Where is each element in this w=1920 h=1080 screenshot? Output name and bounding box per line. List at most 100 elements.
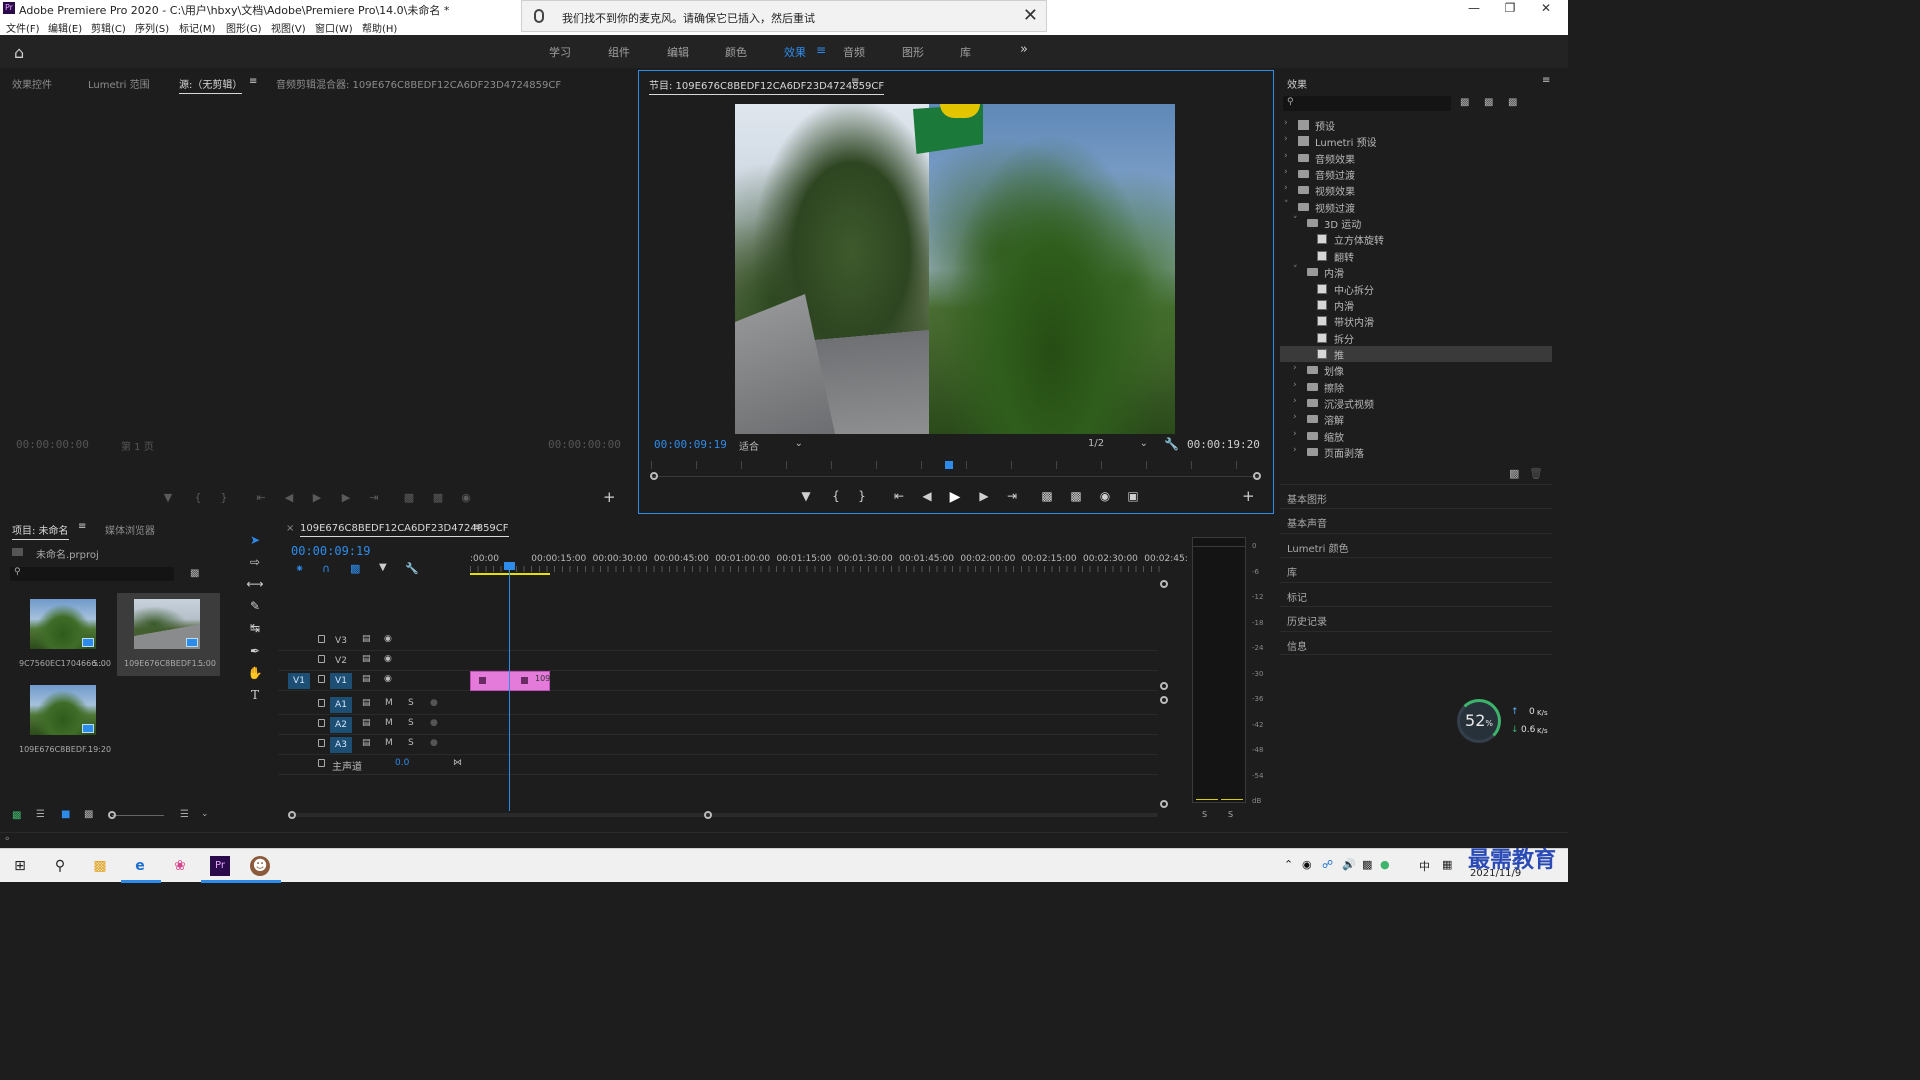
find-icon[interactable]: ▩ — [190, 568, 199, 579]
menu-view[interactable]: 视图(V) — [271, 20, 306, 35]
track-name[interactable]: A2 — [330, 717, 352, 733]
effects-tree-item[interactable]: 中心拆分 — [1280, 281, 1552, 297]
chevron-right-icon[interactable]: › — [1293, 429, 1297, 439]
track-name[interactable]: V2 — [330, 653, 352, 669]
effects-tree-item[interactable]: › 预设 — [1280, 117, 1552, 133]
effects-tree-item[interactable]: ˅ 内滑 — [1280, 264, 1552, 280]
source-menu-icon[interactable]: ≡ — [249, 76, 257, 87]
menu-markers[interactable]: 标记(M) — [179, 20, 215, 35]
sync-lock-icon[interactable]: ▤ — [362, 698, 371, 708]
source-patch[interactable]: V1 — [288, 673, 310, 689]
32bit-effects-icon[interactable]: ▩ — [1484, 97, 1493, 108]
source-step-forward-icon[interactable]: ▶ — [338, 491, 354, 504]
tray-chevron-icon[interactable]: ⌃ — [1284, 858, 1293, 871]
more-workspaces-icon[interactable]: » — [1020, 42, 1028, 57]
side-panel-info[interactable]: 信息 — [1280, 631, 1552, 655]
effects-search-input[interactable]: ⚲ — [1283, 96, 1451, 111]
accelerated-effects-icon[interactable]: ▩ — [1460, 97, 1469, 108]
mark-out-icon[interactable]: } — [853, 489, 871, 503]
effects-tree-item[interactable]: › 音频过渡 — [1280, 166, 1552, 182]
effects-tree-item[interactable]: › 缩放 — [1280, 428, 1552, 444]
mute-button[interactable]: M — [385, 738, 393, 748]
program-time-ruler[interactable] — [651, 461, 1259, 469]
project-menu-icon[interactable]: ≡ — [78, 521, 86, 532]
track-name[interactable]: V1 — [330, 673, 352, 689]
menu-clip[interactable]: 剪辑(C) — [91, 20, 126, 35]
effects-tree-item[interactable]: 内滑 — [1280, 297, 1552, 313]
mic-icon[interactable]: ● — [430, 698, 438, 708]
lock-icon[interactable] — [318, 759, 325, 767]
yuv-effects-icon[interactable]: ▩ — [1508, 97, 1517, 108]
tab-lumetri-scopes[interactable]: Lumetri 范围 — [88, 76, 150, 91]
side-panel-history[interactable]: 历史记录 — [1280, 606, 1552, 630]
chevron-down-icon[interactable]: ˅ — [1293, 216, 1298, 226]
home-icon[interactable]: ⌂ — [14, 43, 24, 62]
menu-edit[interactable]: 编辑(E) — [48, 20, 82, 35]
effects-tree-item[interactable]: 立方体旋转 — [1280, 231, 1552, 247]
solo-left-button[interactable]: S — [1202, 810, 1207, 819]
go-to-end-icon[interactable]: ⋈ — [453, 758, 462, 768]
source-page-select[interactable]: 第 1 页 — [121, 438, 154, 453]
timeline-playhead[interactable] — [509, 565, 510, 811]
tab-media-browser[interactable]: 媒体浏览器 — [105, 522, 155, 537]
windows-start-icon[interactable]: ⊞ — [10, 856, 30, 876]
tab-effect-controls[interactable]: 效果控件 — [12, 76, 52, 91]
tab-project[interactable]: 项目: 未命名 — [12, 522, 69, 540]
program-current-time[interactable]: 00:00:09:19 — [654, 438, 727, 451]
chevron-right-icon[interactable]: › — [1284, 134, 1288, 144]
timeline-settings-icon[interactable]: 🔧 — [405, 562, 419, 575]
workspace-menu-icon[interactable]: ≡ — [816, 43, 826, 57]
type-tool-icon[interactable]: T — [246, 688, 264, 702]
chevron-right-icon[interactable]: › — [1293, 396, 1297, 406]
resolution-dropdown[interactable]: 1/2 ⌄ — [1088, 438, 1152, 452]
effects-tree-item[interactable]: › 溶解 — [1280, 411, 1552, 427]
effects-tree-item[interactable]: 推 — [1280, 345, 1552, 362]
project-search-input[interactable]: ⚲ — [10, 567, 174, 581]
source-go-in-icon[interactable]: ⇤ — [253, 491, 269, 504]
icon-view-icon[interactable]: ■ — [61, 809, 70, 820]
app-tray-icon[interactable]: ● — [1380, 858, 1390, 871]
sync-lock-icon[interactable]: ▤ — [362, 654, 371, 664]
file-explorer-icon[interactable]: ▩ — [90, 856, 110, 876]
lock-icon[interactable] — [318, 675, 325, 683]
ime-indicator[interactable]: 中 — [1419, 858, 1430, 874]
selection-tool-icon[interactable]: ➤ — [246, 533, 264, 547]
effects-tree-item[interactable]: › 划像 — [1280, 362, 1552, 378]
freeform-view-icon[interactable]: ▩ — [84, 809, 93, 820]
workspace-tab-effects[interactable]: 效果 — [784, 44, 806, 60]
chevron-right-icon[interactable]: › — [1284, 167, 1288, 177]
effects-tree-item[interactable]: 拆分 — [1280, 330, 1552, 346]
lock-icon[interactable] — [318, 699, 325, 707]
extract-icon[interactable]: ▩ — [1067, 489, 1085, 503]
premiere-taskbar-icon[interactable]: Pr — [210, 856, 230, 876]
effects-tree-item[interactable]: 带状内滑 — [1280, 313, 1552, 329]
sync-lock-icon[interactable]: ▤ — [362, 674, 371, 684]
mic-icon[interactable]: ● — [430, 718, 438, 728]
sort-icon[interactable]: ☰ — [180, 809, 189, 820]
chevron-right-icon[interactable]: › — [1293, 412, 1297, 422]
mute-button[interactable]: M — [385, 698, 393, 708]
eye-icon[interactable]: ◉ — [384, 674, 392, 684]
effects-tree-item[interactable]: › 音频效果 — [1280, 150, 1552, 166]
sync-lock-icon[interactable]: ▤ — [362, 718, 371, 728]
export-frame-icon[interactable]: ◉ — [1096, 489, 1114, 503]
effects-tree-item[interactable]: › 擦除 — [1280, 379, 1552, 395]
ime-grid-icon[interactable]: ▦ — [1442, 858, 1452, 871]
program-add-button-icon[interactable]: + — [1242, 487, 1255, 505]
clip-thumbnail[interactable] — [30, 599, 96, 649]
network-icon[interactable]: ▩ — [1362, 858, 1372, 871]
effects-tree-item[interactable]: › 沉浸式视频 — [1280, 395, 1552, 411]
workspace-tab-audio[interactable]: 音频 — [843, 44, 865, 60]
menu-file[interactable]: 文件(F) — [6, 20, 40, 35]
chevron-right-icon[interactable]: › — [1293, 380, 1297, 390]
chevron-down-icon[interactable]: ˅ — [1284, 200, 1289, 210]
solo-button[interactable]: S — [408, 738, 414, 748]
effects-tree-item[interactable]: › 页面剥落 — [1280, 444, 1552, 460]
list-view-icon[interactable]: ☰ — [36, 809, 45, 820]
go-to-in-icon[interactable]: ⇤ — [890, 489, 908, 503]
menu-sequence[interactable]: 序列(S) — [135, 20, 169, 35]
qq-icon[interactable]: ◉ — [1302, 858, 1312, 871]
source-play-icon[interactable]: ▶ — [309, 491, 325, 504]
source-step-back-icon[interactable]: ◀ — [281, 491, 297, 504]
color-app-icon[interactable]: ❀ — [170, 856, 190, 876]
